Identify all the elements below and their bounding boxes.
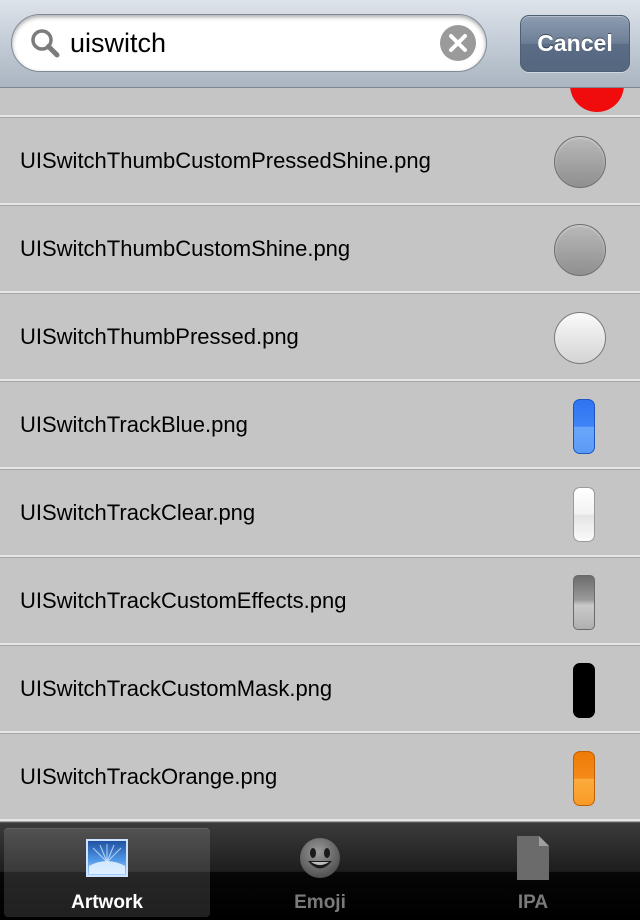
cancel-button[interactable]: Cancel [520, 15, 630, 72]
thumbnail [530, 470, 640, 558]
blue-track-thumbnail [573, 399, 595, 454]
thumbnail [530, 294, 640, 382]
thumbnail [530, 646, 640, 734]
thumbnail [530, 206, 640, 294]
file-name: UISwitchTrackCustomEffects.png [20, 588, 347, 613]
tab-label: Artwork [71, 892, 143, 913]
table-row[interactable]: UISwitchTrackBlue.png [0, 382, 640, 470]
table-row[interactable]: UISwitchThumbCustomPressedShine.png [0, 118, 640, 206]
gray-circle-thumbnail [554, 224, 606, 276]
tab-label: Emoji [294, 892, 346, 913]
table-row[interactable]: UISwitchThumbPressed.png [0, 294, 640, 382]
effects-track-thumbnail [573, 575, 595, 630]
table-row[interactable]: UISwitchTrackOrange.png [0, 734, 640, 822]
results-list[interactable]: UISwitchThumbCustomPressedShine.png UISw… [0, 88, 640, 822]
search-input[interactable] [70, 23, 430, 63]
thumbnail [530, 118, 640, 206]
table-row[interactable]: UISwitchTrackCustomMask.png [0, 646, 640, 734]
search-field[interactable] [11, 14, 487, 72]
table-row-partial[interactable] [0, 88, 640, 118]
tab-bar: Artwork Emoji IPA [0, 822, 640, 920]
file-name: UISwitchThumbPressed.png [20, 324, 299, 349]
gray-circle-thumbnail [554, 136, 606, 188]
search-bar: Cancel [0, 0, 640, 88]
artwork-icon [86, 839, 128, 877]
file-name: UISwitchThumbCustomShine.png [20, 236, 351, 261]
white-circle-thumbnail [554, 312, 606, 364]
clear-icon [449, 34, 467, 52]
emoji-icon [300, 838, 340, 878]
red-circle-thumbnail [570, 88, 624, 112]
file-name: UISwitchTrackBlue.png [20, 412, 248, 437]
thumbnail [530, 558, 640, 646]
file-name: UISwitchThumbCustomPressedShine.png [20, 148, 431, 173]
thumbnail [530, 734, 640, 822]
table-row[interactable]: UISwitchTrackClear.png [0, 470, 640, 558]
tab-label: IPA [517, 892, 549, 913]
file-name: UISwitchTrackOrange.png [20, 764, 278, 789]
orange-track-thumbnail [573, 751, 595, 806]
clear-search-button[interactable] [440, 25, 476, 61]
tab-emoji[interactable]: Emoji [217, 828, 423, 917]
tab-ipa[interactable]: IPA [430, 828, 636, 917]
tab-artwork[interactable]: Artwork [4, 828, 210, 917]
table-row[interactable]: UISwitchThumbCustomShine.png [0, 206, 640, 294]
black-track-thumbnail [573, 663, 595, 718]
file-name: UISwitchTrackClear.png [20, 500, 256, 525]
search-icon [31, 29, 60, 58]
table-row[interactable]: UISwitchTrackCustomEffects.png [0, 558, 640, 646]
file-name: UISwitchTrackCustomMask.png [20, 676, 333, 701]
thumbnail [530, 382, 640, 470]
document-icon [517, 836, 549, 880]
clear-track-thumbnail [573, 487, 595, 542]
